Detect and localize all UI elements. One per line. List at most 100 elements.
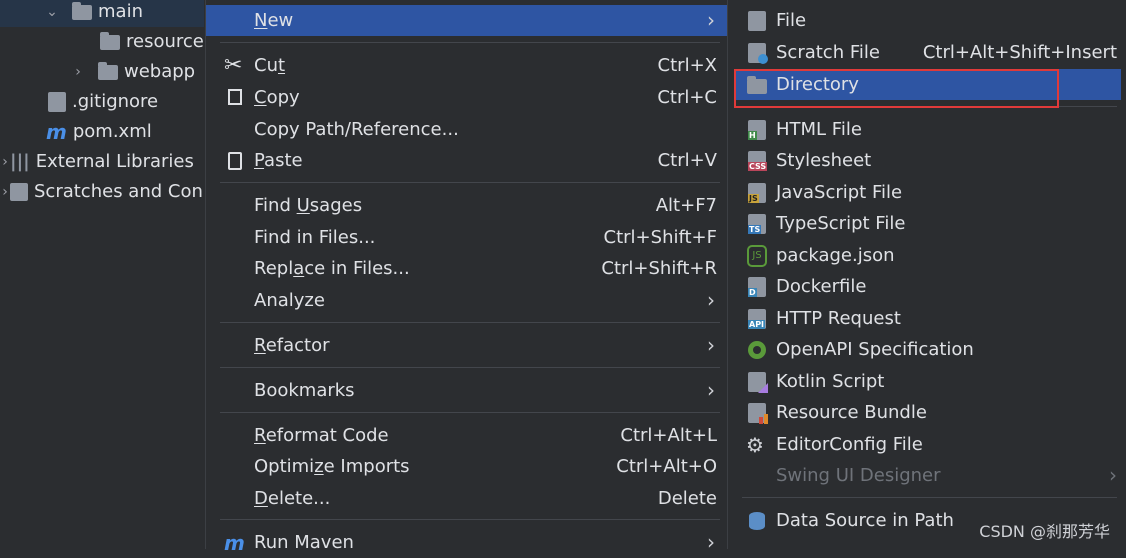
menu-item-paste[interactable]: Paste Ctrl+V — [206, 145, 727, 176]
separator — [220, 42, 720, 43]
chevron-down-icon[interactable]: ⌄ — [44, 0, 60, 27]
tree-item-external-libraries[interactable]: › ||| External Libraries — [0, 147, 194, 177]
menu-item-reformat-code[interactable]: Reformat Code Ctrl+Alt+L — [206, 420, 727, 451]
menu-item-label: Cut — [254, 50, 285, 81]
tree-item-pom[interactable]: m pom.xml — [46, 117, 152, 147]
file-tag: H — [748, 131, 757, 140]
maven-icon: m — [224, 531, 245, 555]
maven-icon: m — [46, 120, 67, 144]
menu-item-replace-in-files[interactable]: Replace in Files... Ctrl+Shift+R — [206, 253, 727, 284]
tree-item-resources[interactable]: resources — [100, 27, 204, 57]
separator — [220, 412, 720, 413]
menu-item-label: Find Usages — [254, 190, 362, 221]
menu-item-bookmarks[interactable]: Bookmarks › — [206, 375, 727, 406]
label-post: eformat Code — [265, 425, 389, 446]
gitignore-file-icon — [48, 92, 66, 112]
label-pre: Cu — [254, 55, 278, 76]
shortcut: Ctrl+Alt+Shift+Insert — [922, 42, 1117, 63]
submenu-item-dockerfile[interactable]: D Dockerfile — [728, 271, 1126, 302]
chevron-right-icon[interactable]: › — [70, 57, 86, 87]
kotlin-script-icon — [746, 371, 768, 393]
menu-item-label: Analyze — [254, 290, 325, 311]
mnemonic: z — [314, 456, 324, 477]
menu-item-label: Find in Files... — [254, 227, 376, 248]
js-file-icon: JS — [746, 182, 768, 204]
label-post: sages — [309, 195, 363, 216]
chevron-right-icon[interactable]: › — [0, 177, 10, 207]
scissors-icon: ✂ — [224, 53, 243, 78]
submenu-item-file[interactable]: File — [728, 5, 1126, 36]
menu-item-label: Reformat Code — [254, 420, 389, 451]
file-tag: JS — [748, 194, 759, 203]
submenu-item-html-file[interactable]: H HTML File — [728, 114, 1126, 145]
chevron-right-icon: › — [707, 378, 715, 402]
tree-item-webapp[interactable]: › webapp — [70, 57, 195, 87]
menu-item-cut[interactable]: ✂ Cut Ctrl+X — [206, 50, 727, 81]
submenu-item-stylesheet[interactable]: CSS Stylesheet — [728, 145, 1126, 176]
submenu-item-label: Data Source in Path — [776, 510, 954, 531]
tree-item-gitignore[interactable]: .gitignore — [48, 87, 158, 117]
libraries-icon: ||| — [10, 151, 30, 172]
html-file-icon: H — [746, 119, 768, 141]
submenu-item-javascript-file[interactable]: JS JavaScript File — [728, 177, 1126, 208]
separator — [220, 322, 720, 323]
menu-item-find-usages[interactable]: Find Usages Alt+F7 — [206, 190, 727, 221]
label-pre: Repl — [254, 258, 294, 279]
tree-item-label: webapp — [124, 61, 196, 82]
tree-item-label: External Libraries — [35, 151, 194, 172]
file-tag: CSS — [748, 162, 768, 171]
submenu-item-typescript-file[interactable]: TS TypeScript File — [728, 208, 1126, 239]
shortcut: Ctrl+Alt+L — [620, 425, 717, 446]
scratches-icon — [10, 183, 28, 201]
shortcut: Ctrl+C — [657, 87, 717, 108]
submenu-item-http-request[interactable]: API HTTP Request — [728, 303, 1126, 334]
submenu-item-editorconfig[interactable]: ⚙ EditorConfig File — [728, 429, 1126, 460]
menu-item-label: Replace in Files... — [254, 253, 410, 284]
chevron-right-icon[interactable]: › — [0, 147, 10, 177]
tree-item-scratches[interactable]: › Scratches and Con — [0, 177, 203, 207]
submenu-item-scratch-file[interactable]: Scratch File Ctrl+Alt+Shift+Insert — [728, 37, 1126, 68]
submenu-item-kotlin-script[interactable]: Kotlin Script — [728, 366, 1126, 397]
chevron-right-icon: › — [1109, 463, 1117, 487]
resource-bundle-icon — [746, 402, 768, 424]
file-tag: TS — [748, 225, 762, 234]
mnemonic: N — [254, 10, 268, 31]
menu-item-label: Copy — [254, 82, 300, 113]
tree-item-main[interactable]: ⌄ main — [0, 0, 204, 27]
mnemonic: D — [254, 488, 268, 509]
menu-item-optimize-imports[interactable]: Optimize Imports Ctrl+Alt+O — [206, 451, 727, 482]
submenu-item-resource-bundle[interactable]: Resource Bundle — [728, 397, 1126, 428]
menu-item-refactor[interactable]: Refactor › — [206, 330, 727, 361]
clipboard-icon — [224, 150, 246, 172]
mnemonic: a — [293, 258, 305, 279]
menu-item-new[interactable]: New › — [206, 5, 727, 36]
submenu-item-openapi[interactable]: OpenAPI Specification — [728, 334, 1126, 365]
submenu-item-label: TypeScript File — [776, 213, 906, 234]
menu-item-analyze[interactable]: Analyze › — [206, 285, 727, 316]
label-post: opy — [266, 87, 300, 108]
submenu-item-label: HTML File — [776, 119, 862, 140]
menu-item-copy[interactable]: Copy Ctrl+C — [206, 82, 727, 113]
menu-item-label: Delete... — [254, 483, 330, 514]
tree-item-label: Scratches and Con — [34, 181, 203, 202]
submenu-item-package-json[interactable]: JS package.json — [728, 240, 1126, 271]
chevron-right-icon: › — [707, 8, 715, 32]
menu-item-delete[interactable]: Delete... Delete — [206, 483, 727, 514]
tree-item-label: pom.xml — [72, 121, 152, 142]
menu-item-run-maven[interactable]: m Run Maven › — [206, 527, 727, 558]
file-tag: D — [748, 288, 757, 297]
submenu-item-swing-ui-designer[interactable]: Swing UI Designer › — [728, 460, 1126, 491]
label-pre: Optimi — [254, 456, 315, 477]
separator — [220, 367, 720, 368]
shortcut: Alt+F7 — [655, 195, 717, 216]
chevron-right-icon: › — [707, 530, 715, 554]
chevron-right-icon: › — [707, 288, 715, 312]
menu-item-find-in-files[interactable]: Find in Files... Ctrl+Shift+F — [206, 222, 727, 253]
menu-item-label: Run Maven — [254, 532, 354, 553]
submenu-item-label: Swing UI Designer — [776, 465, 941, 486]
menu-item-label: Copy Path/Reference... — [254, 119, 459, 140]
submenu-item-label: OpenAPI Specification — [776, 339, 974, 360]
submenu-item-label: Kotlin Script — [776, 371, 885, 392]
label-post: efactor — [265, 335, 330, 356]
menu-item-copy-path[interactable]: Copy Path/Reference... — [206, 114, 727, 145]
